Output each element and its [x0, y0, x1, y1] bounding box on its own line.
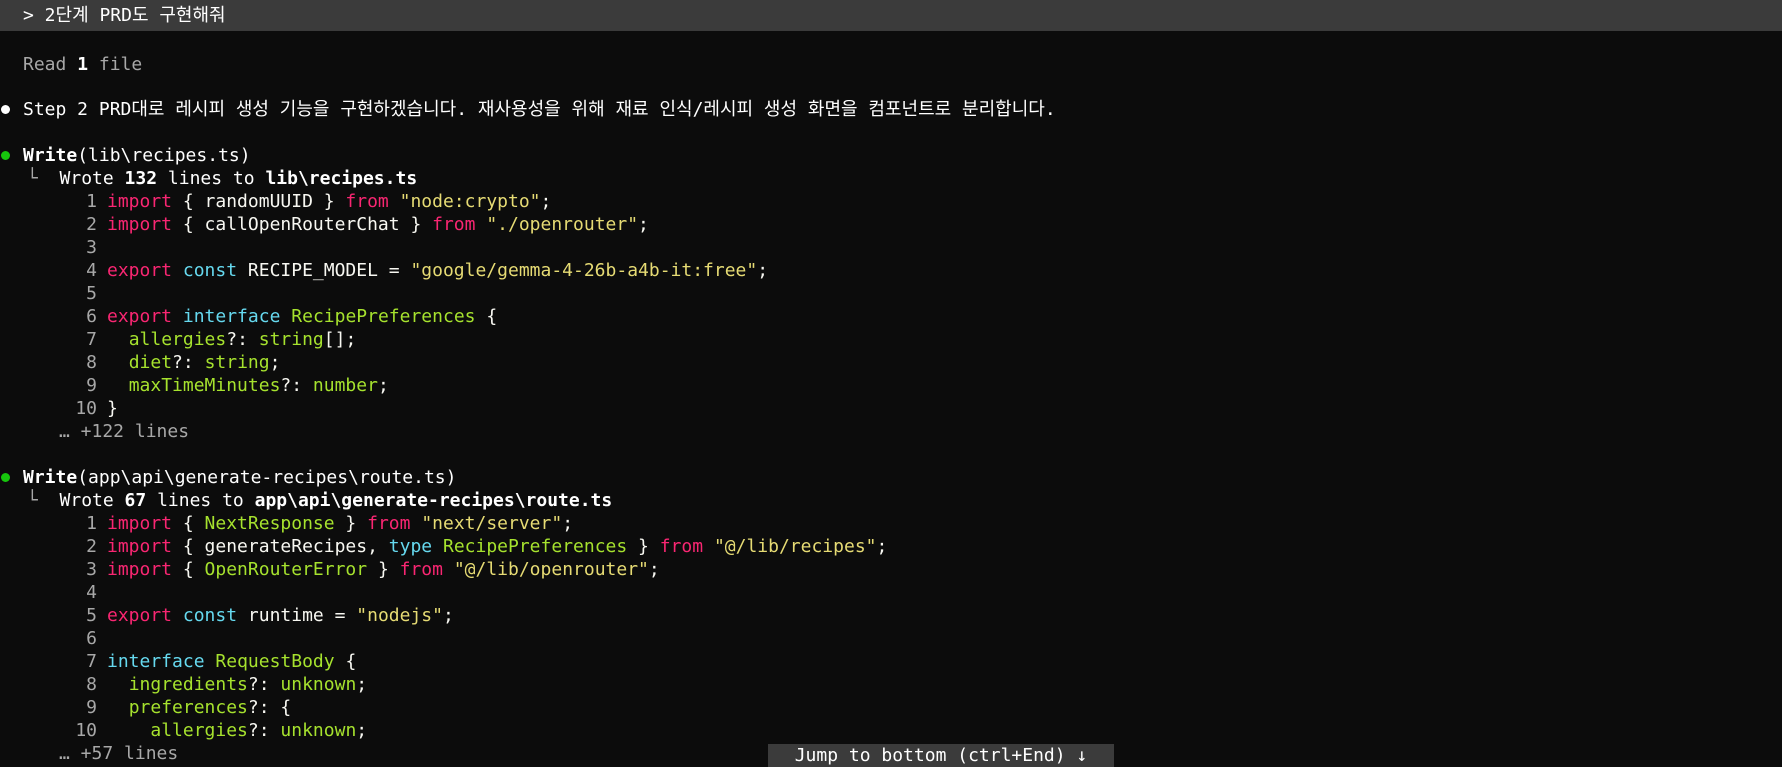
read-status-suffix: file — [88, 54, 143, 75]
code-text: } — [107, 398, 118, 419]
write-result-prefix: Wrote — [59, 168, 125, 189]
line-number: 10 — [75, 720, 97, 741]
code-line: 9 maxTimeMinutes?: number; — [0, 374, 389, 397]
code-text: diet?: string; — [128, 352, 281, 373]
line-number: 3 — [86, 237, 97, 258]
line-number: 6 — [86, 628, 97, 649]
write-result-line: └ Wrote 67 lines to app\api\generate-rec… — [27, 489, 612, 512]
code-text: import { OpenRouterError } from "@/lib/o… — [107, 559, 660, 580]
code-text: import { randomUUID } from "node:crypto"… — [107, 191, 552, 212]
code-line: 5 — [0, 282, 107, 305]
write-result-path: lib\recipes.ts — [265, 168, 418, 189]
tree-corner-icon: └ — [27, 490, 60, 511]
line-number: 9 — [86, 697, 97, 718]
write-tool-arg: (lib\recipes.ts) — [77, 145, 251, 166]
code-text: export const runtime = "nodejs"; — [107, 605, 454, 626]
code-text: export const RECIPE_MODEL = "google/gemm… — [107, 260, 769, 281]
code-line: 1 import { NextResponse } from "next/serv… — [0, 512, 573, 535]
write-result-prefix: Wrote — [59, 490, 125, 511]
tree-corner-icon: └ — [27, 168, 60, 189]
line-number: 6 — [86, 306, 97, 327]
line-number: 10 — [75, 398, 97, 419]
write-result-path: app\api\generate-recipes\route.ts — [254, 490, 613, 511]
message-bullet-icon — [1, 105, 10, 114]
code-line: 3 import { OpenRouterError } from "@/lib/… — [0, 558, 660, 581]
code-text: interface RequestBody { — [107, 651, 357, 672]
code-line: 4 export const RECIPE_MODEL = "google/gem… — [0, 259, 768, 282]
code-line: 2 import { callOpenRouterChat } from "./o… — [0, 213, 649, 236]
user-prompt-text: > 2단계 PRD도 구현해줘 — [23, 5, 226, 26]
write-tool-header: Write(app\api\generate-recipes\route.ts) — [23, 466, 456, 489]
line-number: 4 — [86, 582, 97, 603]
code-text: import { NextResponse } from "next/serve… — [107, 513, 574, 534]
code-text: import { callOpenRouterChat } from "./op… — [107, 214, 649, 235]
line-number: 5 — [86, 283, 97, 304]
code-line: 8 ingredients?: unknown; — [0, 673, 367, 696]
write-result-mid: lines to — [146, 490, 255, 511]
write-result-line: └ Wrote 132 lines to lib\recipes.ts — [27, 167, 417, 190]
code-line: 6 export interface RecipePreferences { — [0, 305, 497, 328]
user-prompt-bar: > 2단계 PRD도 구현해줘 — [0, 0, 1782, 31]
line-number: 5 — [86, 605, 97, 626]
more-lines-indicator[interactable]: … +57 lines — [59, 742, 178, 765]
assistant-message: Step 2 PRD대로 레시피 생성 기능을 구현하겠습니다. 재사용성을 위… — [23, 99, 1056, 120]
code-line: 7 interface RequestBody { — [0, 650, 356, 673]
read-status-prefix: Read — [23, 54, 78, 75]
code-line: 2 import { generateRecipes, type RecipePr… — [0, 535, 887, 558]
line-number: 9 — [86, 375, 97, 396]
code-text: ingredients?: unknown; — [128, 674, 368, 695]
write-tool-header: Write(lib\recipes.ts) — [23, 144, 251, 167]
code-line: 6 — [0, 627, 107, 650]
code-line: 7 allergies?: string[]; — [0, 328, 356, 351]
code-line: 8 diet?: string; — [0, 351, 280, 374]
line-number: 8 — [86, 352, 97, 373]
code-text: allergies?: unknown; — [150, 720, 368, 741]
code-line: 5 export const runtime = "nodejs"; — [0, 604, 454, 627]
write-result-mid: lines to — [157, 168, 266, 189]
code-line: 9 preferences?: { — [0, 696, 291, 719]
code-text: allergies?: string[]; — [128, 329, 357, 350]
line-number: 8 — [86, 674, 97, 695]
write-result-count: 67 — [124, 490, 147, 511]
code-line: 4 — [0, 581, 107, 604]
line-number: 2 — [86, 214, 97, 235]
more-lines-indicator[interactable]: … +122 lines — [59, 420, 189, 443]
write-status-dot-icon — [1, 151, 10, 160]
line-number: 3 — [86, 559, 97, 580]
write-status-dot-icon — [1, 473, 10, 482]
code-text: preferences?: { — [128, 697, 292, 718]
read-status-line: Read 1 file — [23, 53, 142, 76]
line-number: 1 — [86, 191, 97, 212]
code-line: 10} — [0, 397, 118, 420]
write-tool-arg: (app\api\generate-recipes\route.ts) — [77, 467, 457, 488]
line-number: 7 — [86, 329, 97, 350]
read-status-count: 1 — [77, 54, 89, 75]
line-number: 7 — [86, 651, 97, 672]
code-text: maxTimeMinutes?: number; — [128, 375, 389, 396]
line-number: 2 — [86, 536, 97, 557]
jump-to-bottom-button[interactable]: Jump to bottom (ctrl+End) ↓ — [768, 744, 1114, 767]
line-number: 1 — [86, 513, 97, 534]
write-tool-name: Write — [23, 467, 78, 488]
code-text: export interface RecipePreferences { — [107, 306, 498, 327]
code-line: 1 import { randomUUID } from "node:crypto… — [0, 190, 551, 213]
code-text: import { generateRecipes, type RecipePre… — [107, 536, 888, 557]
write-tool-name: Write — [23, 145, 78, 166]
terminal-window: > 2단계 PRD도 구현해줘 Read 1 file Step 2 PRD대로… — [0, 0, 1782, 767]
code-line: 10 allergies?: unknown; — [0, 719, 367, 742]
line-number: 4 — [86, 260, 97, 281]
code-line: 3 — [0, 236, 107, 259]
write-result-count: 132 — [124, 168, 158, 189]
